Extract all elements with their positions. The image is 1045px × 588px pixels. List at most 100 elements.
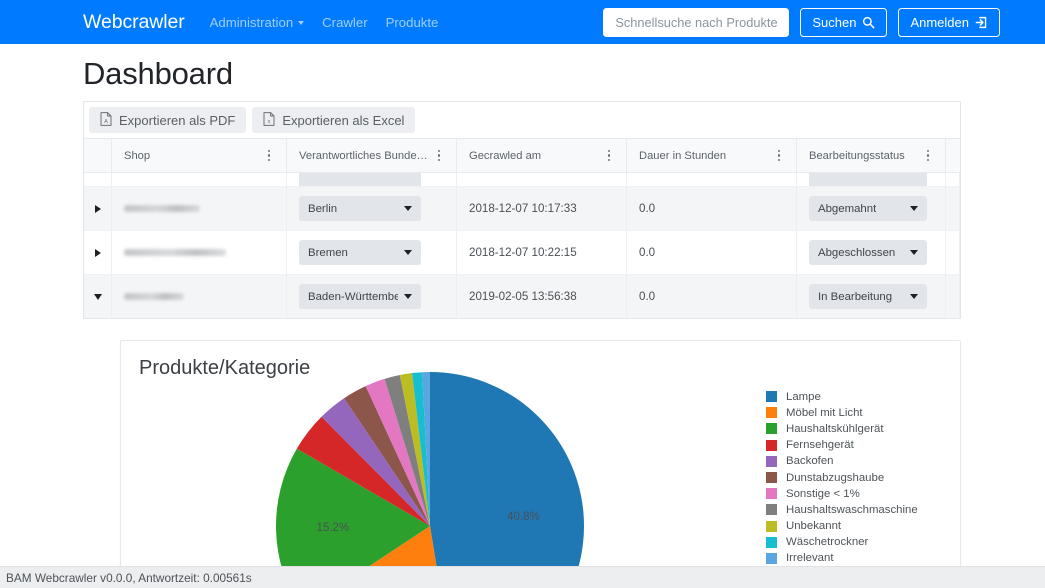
triangle-down-icon (93, 293, 102, 300)
chevron-down-icon (298, 21, 305, 25)
column-header-spacer (946, 139, 960, 172)
kebab-menu-icon[interactable] (600, 149, 618, 162)
bundesland-value: Baden-Württemberg (308, 290, 398, 303)
legend-swatch (766, 391, 777, 403)
legend-item[interactable]: Dunstabzugshaube (766, 470, 918, 485)
chevron-down-icon (404, 250, 412, 255)
table-row[interactable]: Baden-Württemberg 2019-02-05 13:56:38 0.… (84, 275, 960, 318)
row-expander[interactable] (84, 187, 112, 230)
cell-bundesland[interactable] (287, 173, 457, 186)
chevron-down-icon (910, 250, 918, 255)
legend-item[interactable]: Backofen (766, 454, 918, 469)
legend-item[interactable]: Wäschetrockner (766, 535, 918, 550)
table-body[interactable]: Berlin 2018-12-07 10:17:33 0.0 Abgemahnt (84, 173, 960, 318)
export-excel-button[interactable]: x Exportieren als Excel (252, 107, 416, 133)
legend-item[interactable]: Irrelevant (766, 551, 918, 566)
cell-dauer: 0.0 (627, 231, 797, 274)
legend-item[interactable]: Haushaltswaschmaschine (766, 502, 918, 517)
search-button-label: Suchen (812, 14, 857, 30)
column-header-shop-label: Shop (124, 149, 151, 162)
legend-item[interactable]: Sonstige < 1% (766, 486, 918, 501)
bundesland-dropdown[interactable]: Berlin (299, 196, 421, 221)
legend-item-label: Lampe (786, 390, 821, 403)
legend-swatch (766, 407, 777, 419)
kebab-menu-icon[interactable] (770, 149, 788, 162)
cell-bearbeitungsstatus[interactable]: Abgemahnt (797, 187, 946, 230)
legend-item[interactable]: Fernsehgerät (766, 438, 918, 453)
cell-bearbeitungsstatus[interactable] (797, 173, 946, 186)
pie-slice[interactable] (430, 372, 584, 588)
cell-gecrawled-am: 2018-12-07 10:22:15 (457, 231, 627, 274)
status-dropdown[interactable] (809, 173, 927, 186)
bundesland-value: Berlin (308, 202, 338, 215)
svg-text:A: A (104, 119, 108, 125)
search-input[interactable] (603, 7, 790, 37)
row-expander[interactable] (84, 173, 112, 186)
bundesland-value: Bremen (308, 246, 348, 259)
nav-links: Administration Crawler Produkte (201, 15, 448, 30)
kebab-menu-icon[interactable] (260, 149, 278, 162)
column-header-bearbeitungsstatus[interactable]: Bearbeitungsstatus (797, 139, 946, 172)
legend-item[interactable]: Lampe (766, 389, 918, 404)
pie-chart[interactable]: 40.8%15.7%15.2% (276, 372, 584, 588)
legend-swatch (766, 520, 777, 532)
status-dropdown[interactable]: Abgeschlossen (809, 240, 927, 265)
nav-item-crawler[interactable]: Crawler (313, 15, 376, 30)
cell-spacer (946, 187, 960, 230)
nav-item-produkte[interactable]: Produkte (377, 15, 448, 30)
cell-bearbeitungsstatus[interactable]: Abgeschlossen (797, 231, 946, 274)
column-header-gecrawled-am[interactable]: Gecrawled am (457, 139, 627, 172)
legend-item-label: Haushaltswaschmaschine (786, 503, 918, 516)
cell-shop (112, 173, 287, 186)
brand-logo[interactable]: Webcrawler (83, 11, 185, 34)
row-expander[interactable] (84, 231, 112, 274)
legend-item-label: Unbekannt (786, 520, 842, 533)
pie-chart-svg[interactable] (276, 372, 584, 588)
file-excel-icon: x (263, 111, 275, 129)
table-row[interactable] (84, 173, 960, 187)
column-header-bundesland-label: Verantwortliches Bundesland (299, 149, 430, 162)
export-pdf-label: Exportieren als PDF (119, 112, 236, 128)
triangle-right-icon (94, 248, 101, 257)
kebab-menu-icon[interactable] (919, 149, 937, 162)
sign-in-icon (975, 16, 988, 29)
column-header-bearbeitungsstatus-label: Bearbeitungsstatus (809, 149, 905, 162)
legend-item-label: Möbel mit Licht (786, 406, 863, 419)
kebab-menu-icon[interactable] (430, 149, 448, 162)
search-button[interactable]: Suchen (800, 7, 888, 37)
column-header-shop[interactable]: Shop (112, 139, 287, 172)
cell-shop (112, 187, 287, 230)
legend-swatch (766, 472, 777, 484)
row-expander[interactable] (84, 275, 112, 318)
top-navbar: Webcrawler Administration Crawler Produk… (0, 0, 1045, 44)
redacted-shop-name (124, 205, 200, 212)
column-header-dauer[interactable]: Dauer in Stunden (627, 139, 797, 172)
legend-item-label: Fernsehgerät (786, 439, 854, 452)
login-button[interactable]: Anmelden (898, 7, 1000, 37)
redacted-shop-name (124, 249, 226, 256)
cell-bundesland[interactable]: Baden-Württemberg (287, 275, 457, 318)
legend-item[interactable]: Unbekannt (766, 519, 918, 534)
cell-bundesland[interactable]: Berlin (287, 187, 457, 230)
table-row[interactable]: Berlin 2018-12-07 10:17:33 0.0 Abgemahnt (84, 187, 960, 231)
chevron-down-icon (404, 206, 412, 211)
legend-item[interactable]: Möbel mit Licht (766, 405, 918, 420)
export-excel-label: Exportieren als Excel (282, 112, 405, 128)
cell-dauer: 0.0 (627, 275, 797, 318)
nav-item-administration-label: Administration (209, 14, 294, 30)
page-title: Dashboard (83, 56, 233, 91)
status-dropdown[interactable]: Abgemahnt (809, 196, 927, 221)
status-dropdown[interactable]: In Bearbeitung (809, 284, 927, 309)
bundesland-dropdown[interactable]: Bremen (299, 240, 421, 265)
column-header-bundesland[interactable]: Verantwortliches Bundesland (287, 139, 457, 172)
table-row[interactable]: Bremen 2018-12-07 10:22:15 0.0 Abgeschlo… (84, 231, 960, 275)
cell-bundesland[interactable]: Bremen (287, 231, 457, 274)
cell-bearbeitungsstatus[interactable]: In Bearbeitung (797, 275, 946, 318)
bundesland-dropdown[interactable] (299, 173, 421, 186)
bundesland-dropdown[interactable]: Baden-Württemberg (299, 284, 421, 309)
export-pdf-button[interactable]: A Exportieren als PDF (89, 107, 247, 133)
nav-item-administration[interactable]: Administration (201, 15, 314, 30)
legend-swatch (766, 439, 777, 451)
legend-swatch (766, 536, 777, 548)
legend-item[interactable]: Haushaltskühlgerät (766, 421, 918, 436)
